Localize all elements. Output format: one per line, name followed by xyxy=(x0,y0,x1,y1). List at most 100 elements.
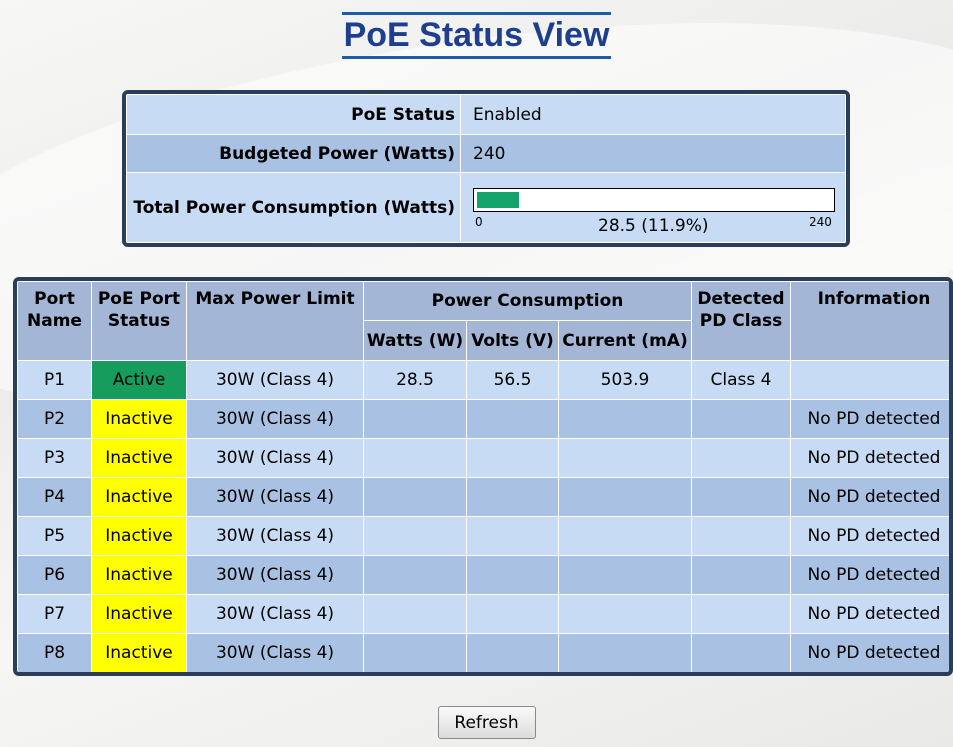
port-volts: 56.5 xyxy=(466,360,559,400)
port-pd-class xyxy=(691,399,791,439)
port-current xyxy=(558,516,692,556)
port-watts xyxy=(363,399,467,439)
table-row: P6 Inactive 30W (Class 4) No PD detected xyxy=(17,555,949,595)
consumption-bar-wrap: 0 28.5 (11.9%) 240 xyxy=(473,182,839,236)
refresh-button[interactable]: Refresh xyxy=(437,706,536,739)
port-info: No PD detected xyxy=(790,399,949,439)
port-name: P3 xyxy=(17,438,92,478)
poe-status-label: PoE Status xyxy=(126,94,461,135)
consumption-label: Total Power Consumption (Watts) xyxy=(126,172,461,243)
page-title-wrap: PoE Status View xyxy=(0,12,953,59)
port-status: Inactive xyxy=(91,399,187,439)
port-name: P5 xyxy=(17,516,92,556)
port-volts xyxy=(466,633,559,672)
port-pd-class: Class 4 xyxy=(691,360,791,400)
port-volts xyxy=(466,555,559,595)
bar-value-text: 28.5 (11.9%) xyxy=(598,215,709,236)
port-watts xyxy=(363,438,467,478)
port-limit: 30W (Class 4) xyxy=(186,477,364,517)
table-row: P2 Inactive 30W (Class 4) No PD detected xyxy=(17,399,949,439)
port-pd-class xyxy=(691,555,791,595)
port-volts xyxy=(466,438,559,478)
port-status: Inactive xyxy=(91,555,187,595)
port-watts xyxy=(363,633,467,672)
bar-min-label: 0 xyxy=(475,214,483,229)
header-watts: Watts (W) xyxy=(363,320,467,361)
refresh-wrap: Refresh xyxy=(0,706,953,739)
consumption-bar xyxy=(473,187,835,212)
port-pd-class xyxy=(691,477,791,517)
budget-label: Budgeted Power (Watts) xyxy=(126,134,461,173)
port-status: Active xyxy=(91,360,187,400)
header-poe-port-status: PoE Port Status xyxy=(91,281,187,361)
port-status: Inactive xyxy=(91,438,187,478)
table-row: P7 Inactive 30W (Class 4) No PD detected xyxy=(17,594,949,634)
port-info: No PD detected xyxy=(790,594,949,634)
table-row: P1 Active 30W (Class 4) 28.5 56.5 503.9 … xyxy=(17,360,949,400)
page-title: PoE Status View xyxy=(341,12,612,59)
table-row: P3 Inactive 30W (Class 4) No PD detected xyxy=(17,438,949,478)
port-status-panel: Port Name PoE Port Status Max Power Limi… xyxy=(13,277,953,676)
port-pd-class xyxy=(691,438,791,478)
port-status: Inactive xyxy=(91,477,187,517)
port-watts xyxy=(363,555,467,595)
port-name: P2 xyxy=(17,399,92,439)
port-limit: 30W (Class 4) xyxy=(186,360,364,400)
port-watts xyxy=(363,594,467,634)
port-current xyxy=(558,438,692,478)
port-pd-class xyxy=(691,633,791,672)
bar-max-label: 240 xyxy=(809,214,832,229)
table-row: P4 Inactive 30W (Class 4) No PD detected xyxy=(17,477,949,517)
port-pd-class xyxy=(691,594,791,634)
port-volts xyxy=(466,594,559,634)
port-current xyxy=(558,477,692,517)
budget-value: 240 xyxy=(460,134,846,173)
port-info: No PD detected xyxy=(790,477,949,517)
port-name: P6 xyxy=(17,555,92,595)
port-current: 503.9 xyxy=(558,360,692,400)
port-info: No PD detected xyxy=(790,555,949,595)
port-status: Inactive xyxy=(91,633,187,672)
consumption-cell: 0 28.5 (11.9%) 240 xyxy=(460,172,846,243)
port-watts: 28.5 xyxy=(363,360,467,400)
port-current xyxy=(558,633,692,672)
port-limit: 30W (Class 4) xyxy=(186,555,364,595)
port-current xyxy=(558,594,692,634)
port-current xyxy=(558,399,692,439)
poe-summary-panel: PoE Status Enabled Budgeted Power (Watts… xyxy=(122,90,850,247)
port-status-table: Port Name PoE Port Status Max Power Limi… xyxy=(17,281,949,672)
port-watts xyxy=(363,477,467,517)
header-row-1: Port Name PoE Port Status Max Power Limi… xyxy=(17,281,949,361)
port-current xyxy=(558,555,692,595)
port-info xyxy=(790,360,949,400)
port-pd-class xyxy=(691,516,791,556)
summary-row-consumption: Total Power Consumption (Watts) 0 28.5 (… xyxy=(126,172,846,243)
port-limit: 30W (Class 4) xyxy=(186,633,364,672)
port-watts xyxy=(363,516,467,556)
header-port-name: Port Name xyxy=(17,281,92,361)
summary-row-budget: Budgeted Power (Watts) 240 xyxy=(126,134,846,173)
header-power-consumption: Power Consumption xyxy=(363,281,692,321)
port-name: P8 xyxy=(17,633,92,672)
port-limit: 30W (Class 4) xyxy=(186,399,364,439)
header-volts: Volts (V) xyxy=(466,320,559,361)
port-volts xyxy=(466,516,559,556)
port-name: P1 xyxy=(17,360,92,400)
poe-summary-table: PoE Status Enabled Budgeted Power (Watts… xyxy=(126,94,846,243)
table-row: P5 Inactive 30W (Class 4) No PD detected xyxy=(17,516,949,556)
port-info: No PD detected xyxy=(790,438,949,478)
port-limit: 30W (Class 4) xyxy=(186,516,364,556)
header-current: Current (mA) xyxy=(558,320,692,361)
consumption-bar-fill xyxy=(477,191,519,208)
port-limit: 30W (Class 4) xyxy=(186,594,364,634)
port-status: Inactive xyxy=(91,516,187,556)
port-volts xyxy=(466,399,559,439)
port-name: P4 xyxy=(17,477,92,517)
poe-status-value: Enabled xyxy=(460,94,846,135)
port-info: No PD detected xyxy=(790,633,949,672)
header-max-power-limit: Max Power Limit xyxy=(186,281,364,361)
header-detected-pd-class: Detected PD Class xyxy=(691,281,791,361)
table-row: P8 Inactive 30W (Class 4) No PD detected xyxy=(17,633,949,672)
port-info: No PD detected xyxy=(790,516,949,556)
port-volts xyxy=(466,477,559,517)
